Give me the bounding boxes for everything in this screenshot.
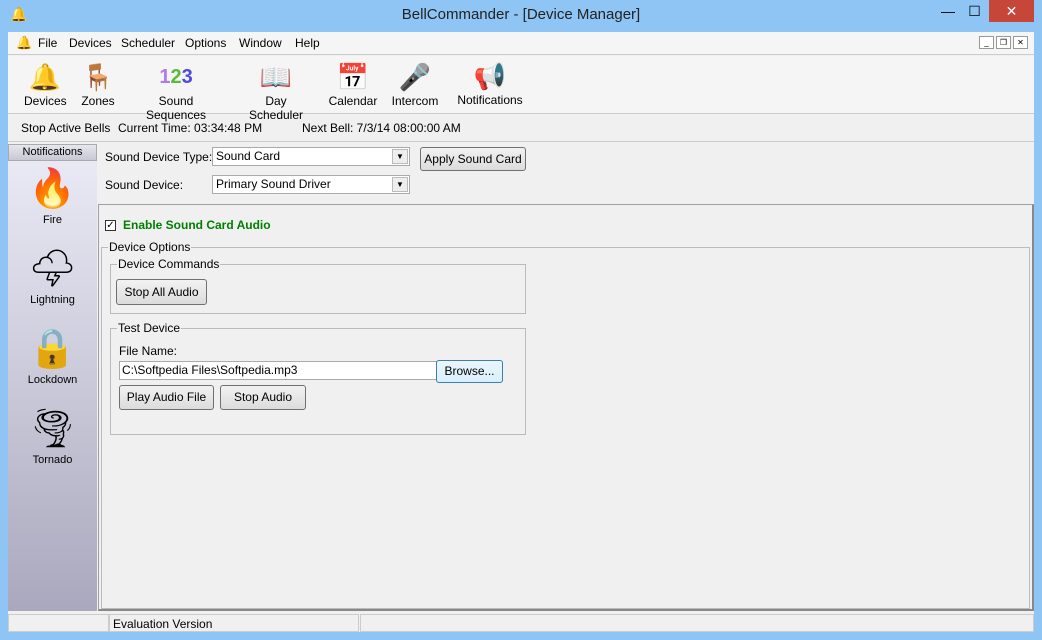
book-icon: 📖: [259, 62, 293, 92]
test-device-group: Test Device File Name: C:\Softpedia File…: [110, 321, 526, 435]
toolbar-devices[interactable]: 🔔 Devices: [24, 60, 67, 108]
menu-file[interactable]: File: [38, 36, 57, 50]
file-name-input[interactable]: C:\Softpedia Files\Softpedia.mp3: [119, 361, 437, 380]
tornado-icon: 🌪: [28, 408, 77, 450]
toolbar-sound-sequences[interactable]: 123 Sound Sequences: [128, 60, 224, 122]
menu-bar: 🔔 File Devices Scheduler Options Window …: [8, 32, 1034, 55]
browse-button[interactable]: Browse...: [436, 360, 503, 383]
next-bell: Next Bell: 7/3/14 08:00:00 AM: [302, 121, 461, 135]
chevron-down-icon: ▼: [392, 149, 408, 164]
info-bar: Stop Active Bells Current Time: 03:34:48…: [8, 115, 1034, 142]
enable-sound-card-checkbox[interactable]: ✓: [105, 220, 116, 231]
status-panel-2: Evaluation Version: [109, 614, 359, 632]
numbers-icon: 123: [159, 66, 193, 88]
stop-audio-button[interactable]: Stop Audio: [220, 385, 306, 410]
fire-icon: 🔥: [28, 168, 77, 210]
mdi-child-icon[interactable]: 🔔: [16, 35, 32, 51]
lock-icon: 🔒: [28, 328, 77, 370]
sidebar-item-tornado[interactable]: 🌪 Tornado: [8, 404, 97, 466]
toolbar-notifications[interactable]: 📢 Notifications: [455, 59, 525, 107]
calendar-icon: 📅: [336, 62, 370, 92]
device-commands-group: Device Commands Stop All Audio: [110, 257, 526, 314]
group-title: Test Device: [117, 321, 182, 335]
play-audio-file-button[interactable]: Play Audio File: [119, 385, 214, 410]
device-options-group: Device Options Device Commands Stop All …: [101, 240, 1030, 609]
close-button[interactable]: ✕: [989, 0, 1034, 22]
group-title: Device Options: [108, 240, 192, 254]
stop-active-bells-button[interactable]: Stop Active Bells: [21, 121, 110, 135]
enable-sound-card-label: Enable Sound Card Audio: [123, 218, 271, 232]
toolbar-intercom[interactable]: 🎤 Intercom: [390, 60, 440, 108]
toolbar: 🔔 Devices 🪑 Zones 123 Sound Sequences 📖 Day …: [8, 56, 1034, 122]
stop-all-audio-button[interactable]: Stop All Audio: [116, 279, 207, 305]
current-time: Current Time: 03:34:48 PM: [118, 121, 263, 135]
menu-devices[interactable]: Devices: [69, 36, 112, 50]
sound-device-select[interactable]: Primary Sound Driver ▼: [212, 175, 410, 194]
lightning-icon: 🌩: [28, 248, 77, 290]
sidebar-header: Notifications: [8, 144, 97, 161]
maximize-button[interactable]: ☐: [961, 0, 988, 22]
toolbar-calendar[interactable]: 📅 Calendar: [328, 60, 378, 108]
mdi-restore-button[interactable]: ❐: [996, 36, 1011, 49]
status-bar: Evaluation Version: [8, 612, 1034, 632]
status-panel-3: [360, 614, 1034, 632]
sound-device-type-select[interactable]: Sound Card ▼: [212, 147, 410, 166]
apply-sound-card-button[interactable]: Apply Sound Card: [420, 147, 526, 171]
group-title: Device Commands: [117, 257, 221, 271]
sidebar-item-lightning[interactable]: 🌩 Lightning: [8, 244, 97, 306]
window-title: BellCommander - [Device Manager]: [401, 6, 641, 23]
sidebar-item-fire[interactable]: 🔥 Fire: [8, 164, 97, 226]
file-name-label: File Name:: [119, 344, 178, 358]
sound-device-type-label: Sound Device Type:: [105, 150, 213, 164]
chevron-down-icon: ▼: [392, 177, 408, 192]
title-bar: 🔔 BellCommander - [Device Manager] — ☐ ✕: [0, 0, 1042, 32]
sound-device-label: Sound Device:: [105, 178, 184, 192]
device-settings-panel: Sound Device Type: Sound Card ▼ Sound Dev…: [98, 144, 1034, 203]
toolbar-day-scheduler[interactable]: 📖 Day Scheduler: [237, 60, 315, 122]
megaphone-icon: 📢: [473, 61, 507, 91]
mdi-close-button[interactable]: ✕: [1013, 36, 1028, 49]
microphone-icon: 🎤: [398, 62, 432, 92]
mdi-minimize-button[interactable]: _: [979, 36, 994, 49]
notifications-sidebar: Notifications 🔥 Fire 🌩 Lightning 🔒 Lockdown…: [8, 144, 97, 611]
device-options-panel: ✓ Enable Sound Card Audio Device Options…: [98, 204, 1034, 611]
sidebar-item-lockdown[interactable]: 🔒 Lockdown: [8, 324, 97, 386]
desk-icon: 🪑: [81, 62, 115, 92]
menu-help[interactable]: Help: [295, 36, 320, 50]
menu-scheduler[interactable]: Scheduler: [121, 36, 175, 50]
status-panel-1: [8, 614, 109, 632]
toolbar-zones[interactable]: 🪑 Zones: [80, 60, 116, 108]
menu-window[interactable]: Window: [239, 36, 282, 50]
bell-icon: 🔔: [28, 62, 62, 92]
client-area: 🔔 File Devices Scheduler Options Window …: [8, 32, 1034, 632]
minimize-button[interactable]: —: [935, 0, 961, 22]
menu-options[interactable]: Options: [185, 36, 226, 50]
